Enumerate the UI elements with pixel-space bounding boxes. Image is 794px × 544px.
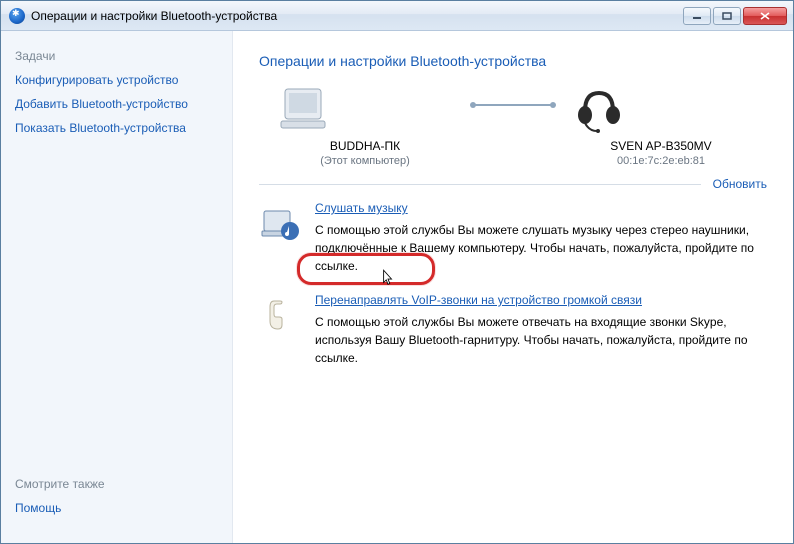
computer-icon xyxy=(275,83,331,133)
minimize-button[interactable] xyxy=(683,7,711,25)
divider xyxy=(259,184,701,185)
minimize-icon xyxy=(692,12,702,20)
sidebar-link-configure[interactable]: Конфигурировать устройство xyxy=(15,73,218,87)
local-device: BUDDHA-ПК (Этот компьютер) xyxy=(275,83,455,167)
remote-device: SVEN AP-B350MV 00:1e:7c:2e:eb:81 xyxy=(571,83,751,167)
sidebar-link-help[interactable]: Помощь xyxy=(15,501,218,515)
sidebar-link-show[interactable]: Показать Bluetooth-устройства xyxy=(15,121,218,135)
content-title: Операции и настройки Bluetooth-устройств… xyxy=(259,53,767,69)
refresh-row: Обновить xyxy=(259,177,767,191)
connection-line xyxy=(473,104,553,106)
titlebar: Операции и настройки Bluetooth-устройств… xyxy=(1,1,793,31)
service-voip-icon xyxy=(259,293,301,367)
close-button[interactable] xyxy=(743,7,787,25)
service-voip-desc: С помощью этой службы Вы можете отвечать… xyxy=(315,313,767,367)
bluetooth-settings-window: Операции и настройки Bluetooth-устройств… xyxy=(0,0,794,544)
window-title: Операции и настройки Bluetooth-устройств… xyxy=(31,9,683,23)
close-icon xyxy=(760,12,770,20)
bluetooth-icon xyxy=(9,8,25,24)
sidebar-heading: Задачи xyxy=(15,49,218,63)
sidebar: Задачи Конфигурировать устройство Добави… xyxy=(1,31,233,543)
maximize-button[interactable] xyxy=(713,7,741,25)
sidebar-link-add[interactable]: Добавить Bluetooth-устройство xyxy=(15,97,218,111)
service-music-link[interactable]: Слушать музыку xyxy=(315,201,408,215)
service-music-desc: С помощью этой службы Вы можете слушать … xyxy=(315,221,767,275)
remote-device-mac: 00:1e:7c:2e:eb:81 xyxy=(571,155,751,167)
refresh-link[interactable]: Обновить xyxy=(713,177,767,191)
remote-device-name: SVEN AP-B350MV xyxy=(571,139,751,153)
service-voip: Перенаправлять VoIP-звонки на устройство… xyxy=(259,293,767,367)
service-listen-music: Слушать музыку С помощью этой службы Вы … xyxy=(259,201,767,275)
local-device-sub: (Этот компьютер) xyxy=(275,155,455,167)
window-buttons xyxy=(683,7,787,25)
device-pair: BUDDHA-ПК (Этот компьютер) SVEN AP-B350M… xyxy=(259,83,767,167)
local-device-name: BUDDHA-ПК xyxy=(275,139,455,153)
service-voip-link[interactable]: Перенаправлять VoIP-звонки на устройство… xyxy=(315,293,642,307)
headset-icon xyxy=(571,83,627,133)
sidebar-see-also-heading: Смотрите также xyxy=(15,477,218,491)
content-pane: Операции и настройки Bluetooth-устройств… xyxy=(233,31,793,543)
service-music-icon xyxy=(259,201,301,275)
maximize-icon xyxy=(722,12,732,20)
window-body: Задачи Конфигурировать устройство Добави… xyxy=(1,31,793,543)
